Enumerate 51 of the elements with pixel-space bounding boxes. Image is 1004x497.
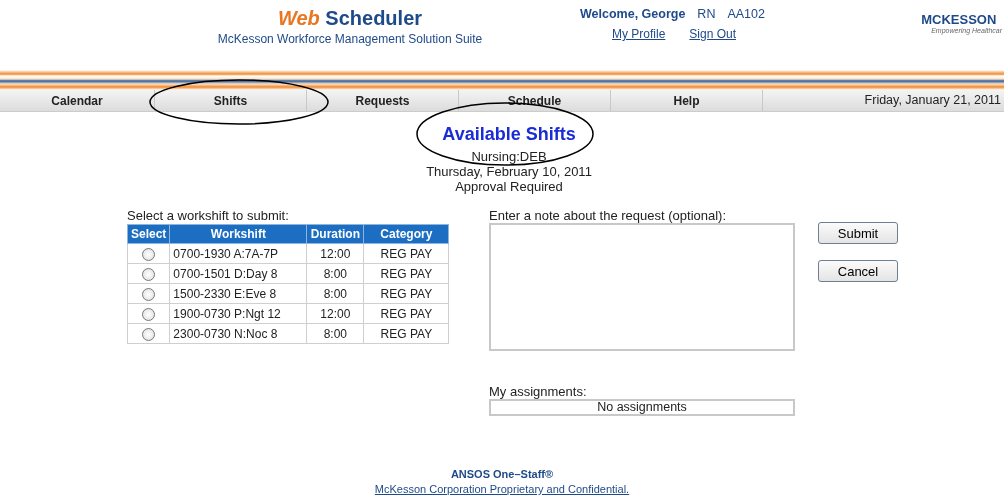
radio-button[interactable] [142, 267, 156, 281]
nav-tab[interactable]: Schedule [459, 90, 611, 111]
note-label: Enter a note about the request (optional): [489, 208, 728, 223]
table-cell: 1900-0730 P:Ngt 12 [169, 303, 307, 324]
product-name: ANSOS One–Staff® [450, 467, 554, 482]
page-title: Available Shifts [441, 123, 577, 146]
radio-button[interactable] [142, 327, 156, 341]
nav-tab[interactable]: Requests [307, 90, 459, 111]
column-header: Workshift [169, 224, 307, 244]
approval-note: Approval Required [454, 179, 564, 194]
assignments-box: No assignments [489, 399, 795, 416]
table-cell: REG PAY [363, 303, 449, 324]
table-cell: REG PAY [363, 243, 449, 264]
form-button[interactable]: Submit [818, 222, 898, 244]
user-role: RN [697, 7, 716, 21]
table-label: Select a workshift to submit: [127, 208, 290, 223]
radio-button[interactable] [142, 247, 156, 261]
nav-tab[interactable]: Help [611, 90, 763, 111]
note-field[interactable] [489, 223, 795, 351]
form-button[interactable]: Cancel [818, 260, 898, 282]
unit-name: Nursing:DEB [470, 149, 548, 164]
column-header: Category [363, 224, 449, 244]
user-code: AA102 [727, 7, 765, 21]
table-cell: 12:00 [306, 303, 364, 324]
confidentiality-link[interactable]: McKesson Corporation Proprietary and Confidential. [374, 482, 630, 497]
column-header: Duration [306, 224, 364, 244]
nav-tab[interactable]: Calendar [0, 90, 155, 111]
app-subtitle: McKesson Workforce Management Solution Suite [216, 32, 484, 46]
header-link[interactable]: Sign Out [689, 27, 737, 41]
welcome-text: Welcome, George [580, 7, 686, 21]
table-cell: REG PAY [363, 323, 449, 344]
table-cell: 8:00 [306, 263, 364, 284]
nav-tab[interactable]: Shifts [155, 90, 307, 111]
current-date: Friday, January 21, 2011 [863, 92, 1002, 109]
table-cell: 2300-0730 N:Noc 8 [169, 323, 307, 344]
table-cell: 12:00 [306, 243, 364, 264]
table-cell: 8:00 [306, 283, 364, 304]
table-cell: 0700-1501 D:Day 8 [169, 263, 307, 284]
app-title: Web Scheduler [276, 7, 424, 30]
radio-button[interactable] [142, 307, 156, 321]
shift-date: Thursday, February 10, 2011 [425, 164, 593, 179]
company-logo: MCKESSON [921, 12, 998, 27]
table-cell: 1500-2330 E:Eve 8 [169, 283, 307, 304]
table-cell: REG PAY [363, 263, 449, 284]
header-link[interactable]: My Profile [612, 27, 666, 41]
radio-button[interactable] [142, 287, 156, 301]
table-cell: 8:00 [306, 323, 364, 344]
column-header: Select [127, 224, 170, 244]
table-cell: 0700-1930 A:7A-7P [169, 243, 307, 264]
table-cell: REG PAY [363, 283, 449, 304]
assignments-label: My assignments: [489, 384, 588, 399]
